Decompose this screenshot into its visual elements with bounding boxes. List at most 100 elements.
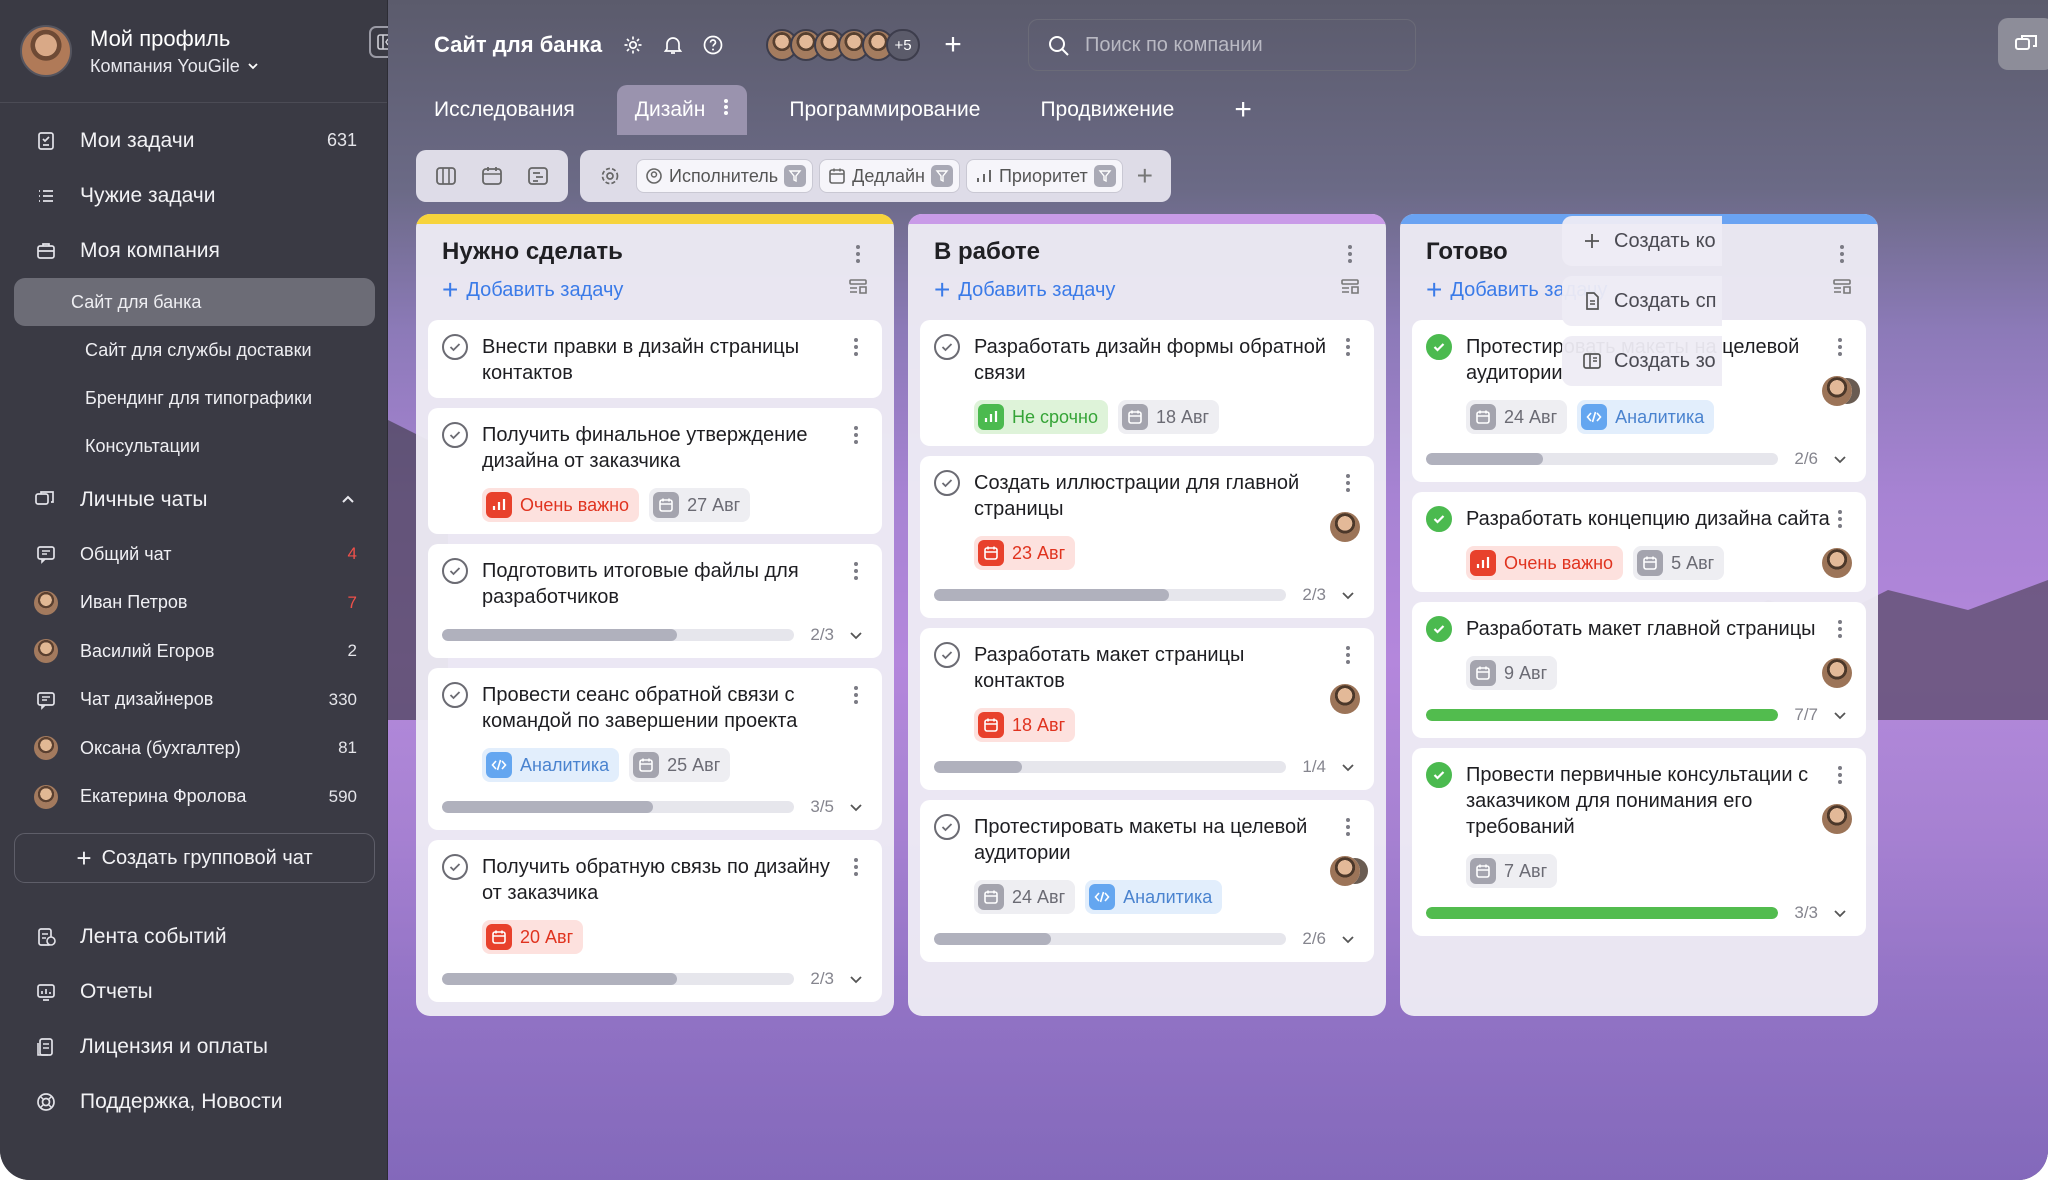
gear-icon[interactable] [620,32,646,58]
task-menu-icon[interactable] [1830,616,1850,638]
tab-1[interactable]: Дизайн [616,85,748,135]
create-group-chat-button[interactable]: + Создать групповой чат [14,833,375,883]
chat-item[interactable]: Чат дизайнеров 330 [0,676,387,725]
chevron-down-icon[interactable] [1338,931,1358,947]
task-checkbox[interactable] [442,682,468,708]
task-checkbox[interactable] [934,814,960,840]
task-menu-icon[interactable] [1830,762,1850,784]
add-member-icon[interactable]: + [940,28,966,61]
add-task-button[interactable]: + Добавить задачу [920,270,1374,310]
task-checkbox[interactable] [442,334,468,360]
column-menu-icon[interactable] [848,241,868,263]
assignee-avatar[interactable] [1330,856,1360,886]
nav-item-2[interactable]: Моя компания [0,223,387,278]
chat-item[interactable]: Общий чат 4 [0,530,387,579]
task-checkbox[interactable] [934,642,960,668]
task-menu-icon[interactable] [846,682,866,704]
project-item[interactable]: Консультации [14,422,375,470]
add-filter-icon[interactable]: + [1129,158,1161,194]
task-card[interactable]: Создать иллюстрации для главной страницы… [920,456,1374,618]
task-sticker[interactable]: 7 Авг [1466,854,1558,888]
task-checkbox[interactable] [442,854,468,880]
column-menu-icon[interactable] [1832,241,1852,263]
nav-item-0[interactable]: Мои задачи 631 [0,113,387,168]
task-sticker[interactable]: Очень важно [482,488,640,522]
chevron-down-icon[interactable] [846,799,866,815]
tab-0[interactable]: Исследования [416,85,593,135]
chat-item[interactable]: Иван Петров 7 [0,579,387,628]
task-checkbox[interactable] [934,470,960,496]
task-menu-icon[interactable] [846,334,866,356]
task-sticker[interactable]: 24 Авг [974,880,1076,914]
task-sticker[interactable]: 9 Авг [1466,656,1558,690]
filter-2[interactable]: Приоритет [965,159,1123,193]
task-card[interactable]: Разработать макет страницы контактов 18 А… [920,628,1374,790]
kanban-view-icon[interactable] [426,158,466,194]
task-card[interactable]: Разработать концепцию дизайна сайта Очень… [1412,492,1866,592]
avatar[interactable] [20,25,72,77]
chevron-down-icon[interactable] [846,627,866,643]
chevron-up-icon[interactable] [339,491,357,509]
task-menu-icon[interactable] [846,422,866,444]
task-checkbox[interactable] [934,334,960,360]
task-card[interactable]: Провести первичные консультации с заказч… [1412,748,1866,936]
task-menu-icon[interactable] [1338,470,1358,492]
nav-item-1[interactable]: Чужие задачи [0,168,387,223]
task-checkbox[interactable] [1426,762,1452,788]
bottom-nav-item[interactable]: Отчеты [0,964,387,1019]
task-checkbox[interactable] [442,422,468,448]
bottom-nav-item[interactable]: Лента событий [0,909,387,964]
task-sticker[interactable]: Аналитика [1085,880,1223,914]
task-menu-icon[interactable] [846,558,866,580]
chevron-down-icon[interactable] [1338,587,1358,603]
task-sticker[interactable]: Не срочно [974,400,1108,434]
filter-1[interactable]: Дедлайн [819,159,960,193]
task-card[interactable]: Протестировать макеты на целевой аудитор… [920,800,1374,962]
chat-item[interactable]: Екатерина Фролова 590 [0,773,387,822]
assignee-avatar[interactable] [1822,804,1852,834]
help-icon[interactable] [700,32,726,58]
filter-0[interactable]: Исполнитель [636,159,814,193]
chevron-down-icon[interactable] [1338,759,1358,775]
assignee-avatar[interactable] [1822,658,1852,688]
profile-header[interactable]: Мой профиль Компания YouGile [0,0,401,103]
task-sticker[interactable]: 5 Авг [1633,546,1725,580]
board-settings-icon[interactable] [590,158,630,194]
task-menu-icon[interactable] [1338,642,1358,664]
task-card[interactable]: Внести правки в дизайн страницы контакто… [428,320,882,398]
task-template-icon[interactable] [1340,277,1360,303]
side-action-button[interactable]: Создать ко [1562,216,1722,266]
personal-chats-header[interactable]: Личные чаты [0,470,387,530]
chat-item[interactable]: Василий Егоров 2 [0,627,387,676]
task-checkbox[interactable] [1426,334,1452,360]
task-card[interactable]: Получить обратную связь по дизайну от за… [428,840,882,1002]
column-menu-icon[interactable] [1340,241,1360,263]
chevron-down-icon[interactable] [1830,451,1850,467]
side-action-button[interactable]: Создать зо [1562,336,1722,386]
tab-2[interactable]: Программирование [771,85,998,135]
task-card[interactable]: Разработать макет главной страницы 9 Авг 7… [1412,602,1866,738]
task-sticker[interactable]: 18 Авг [974,708,1076,742]
bell-icon[interactable] [660,32,686,58]
chevron-down-icon[interactable] [1830,707,1850,723]
assignee-avatar[interactable] [1822,376,1852,406]
project-item[interactable]: Брендинг для типографики [14,374,375,422]
task-template-icon[interactable] [848,277,868,303]
add-task-button[interactable]: + Добавить задачу [428,270,882,310]
task-template-icon[interactable] [1832,277,1852,303]
task-sticker[interactable]: Аналитика [1577,400,1715,434]
task-sticker[interactable]: 24 Авг [1466,400,1568,434]
task-card[interactable]: Получить финальное утверждение дизайна о… [428,408,882,534]
task-sticker[interactable]: Аналитика [482,748,620,782]
task-menu-icon[interactable] [1338,814,1358,836]
task-sticker[interactable]: Очень важно [1466,546,1624,580]
bottom-nav-item[interactable]: Лицензия и оплаты [0,1019,387,1074]
task-sticker[interactable]: 18 Авг [1117,400,1220,434]
task-menu-icon[interactable] [1830,334,1850,356]
assignee-avatar[interactable] [1330,512,1360,542]
chevron-down-icon[interactable] [846,971,866,987]
task-menu-icon[interactable] [846,854,866,876]
task-sticker[interactable]: 27 Авг [649,488,751,522]
gantt-view-icon[interactable] [518,158,558,194]
task-checkbox[interactable] [442,558,468,584]
